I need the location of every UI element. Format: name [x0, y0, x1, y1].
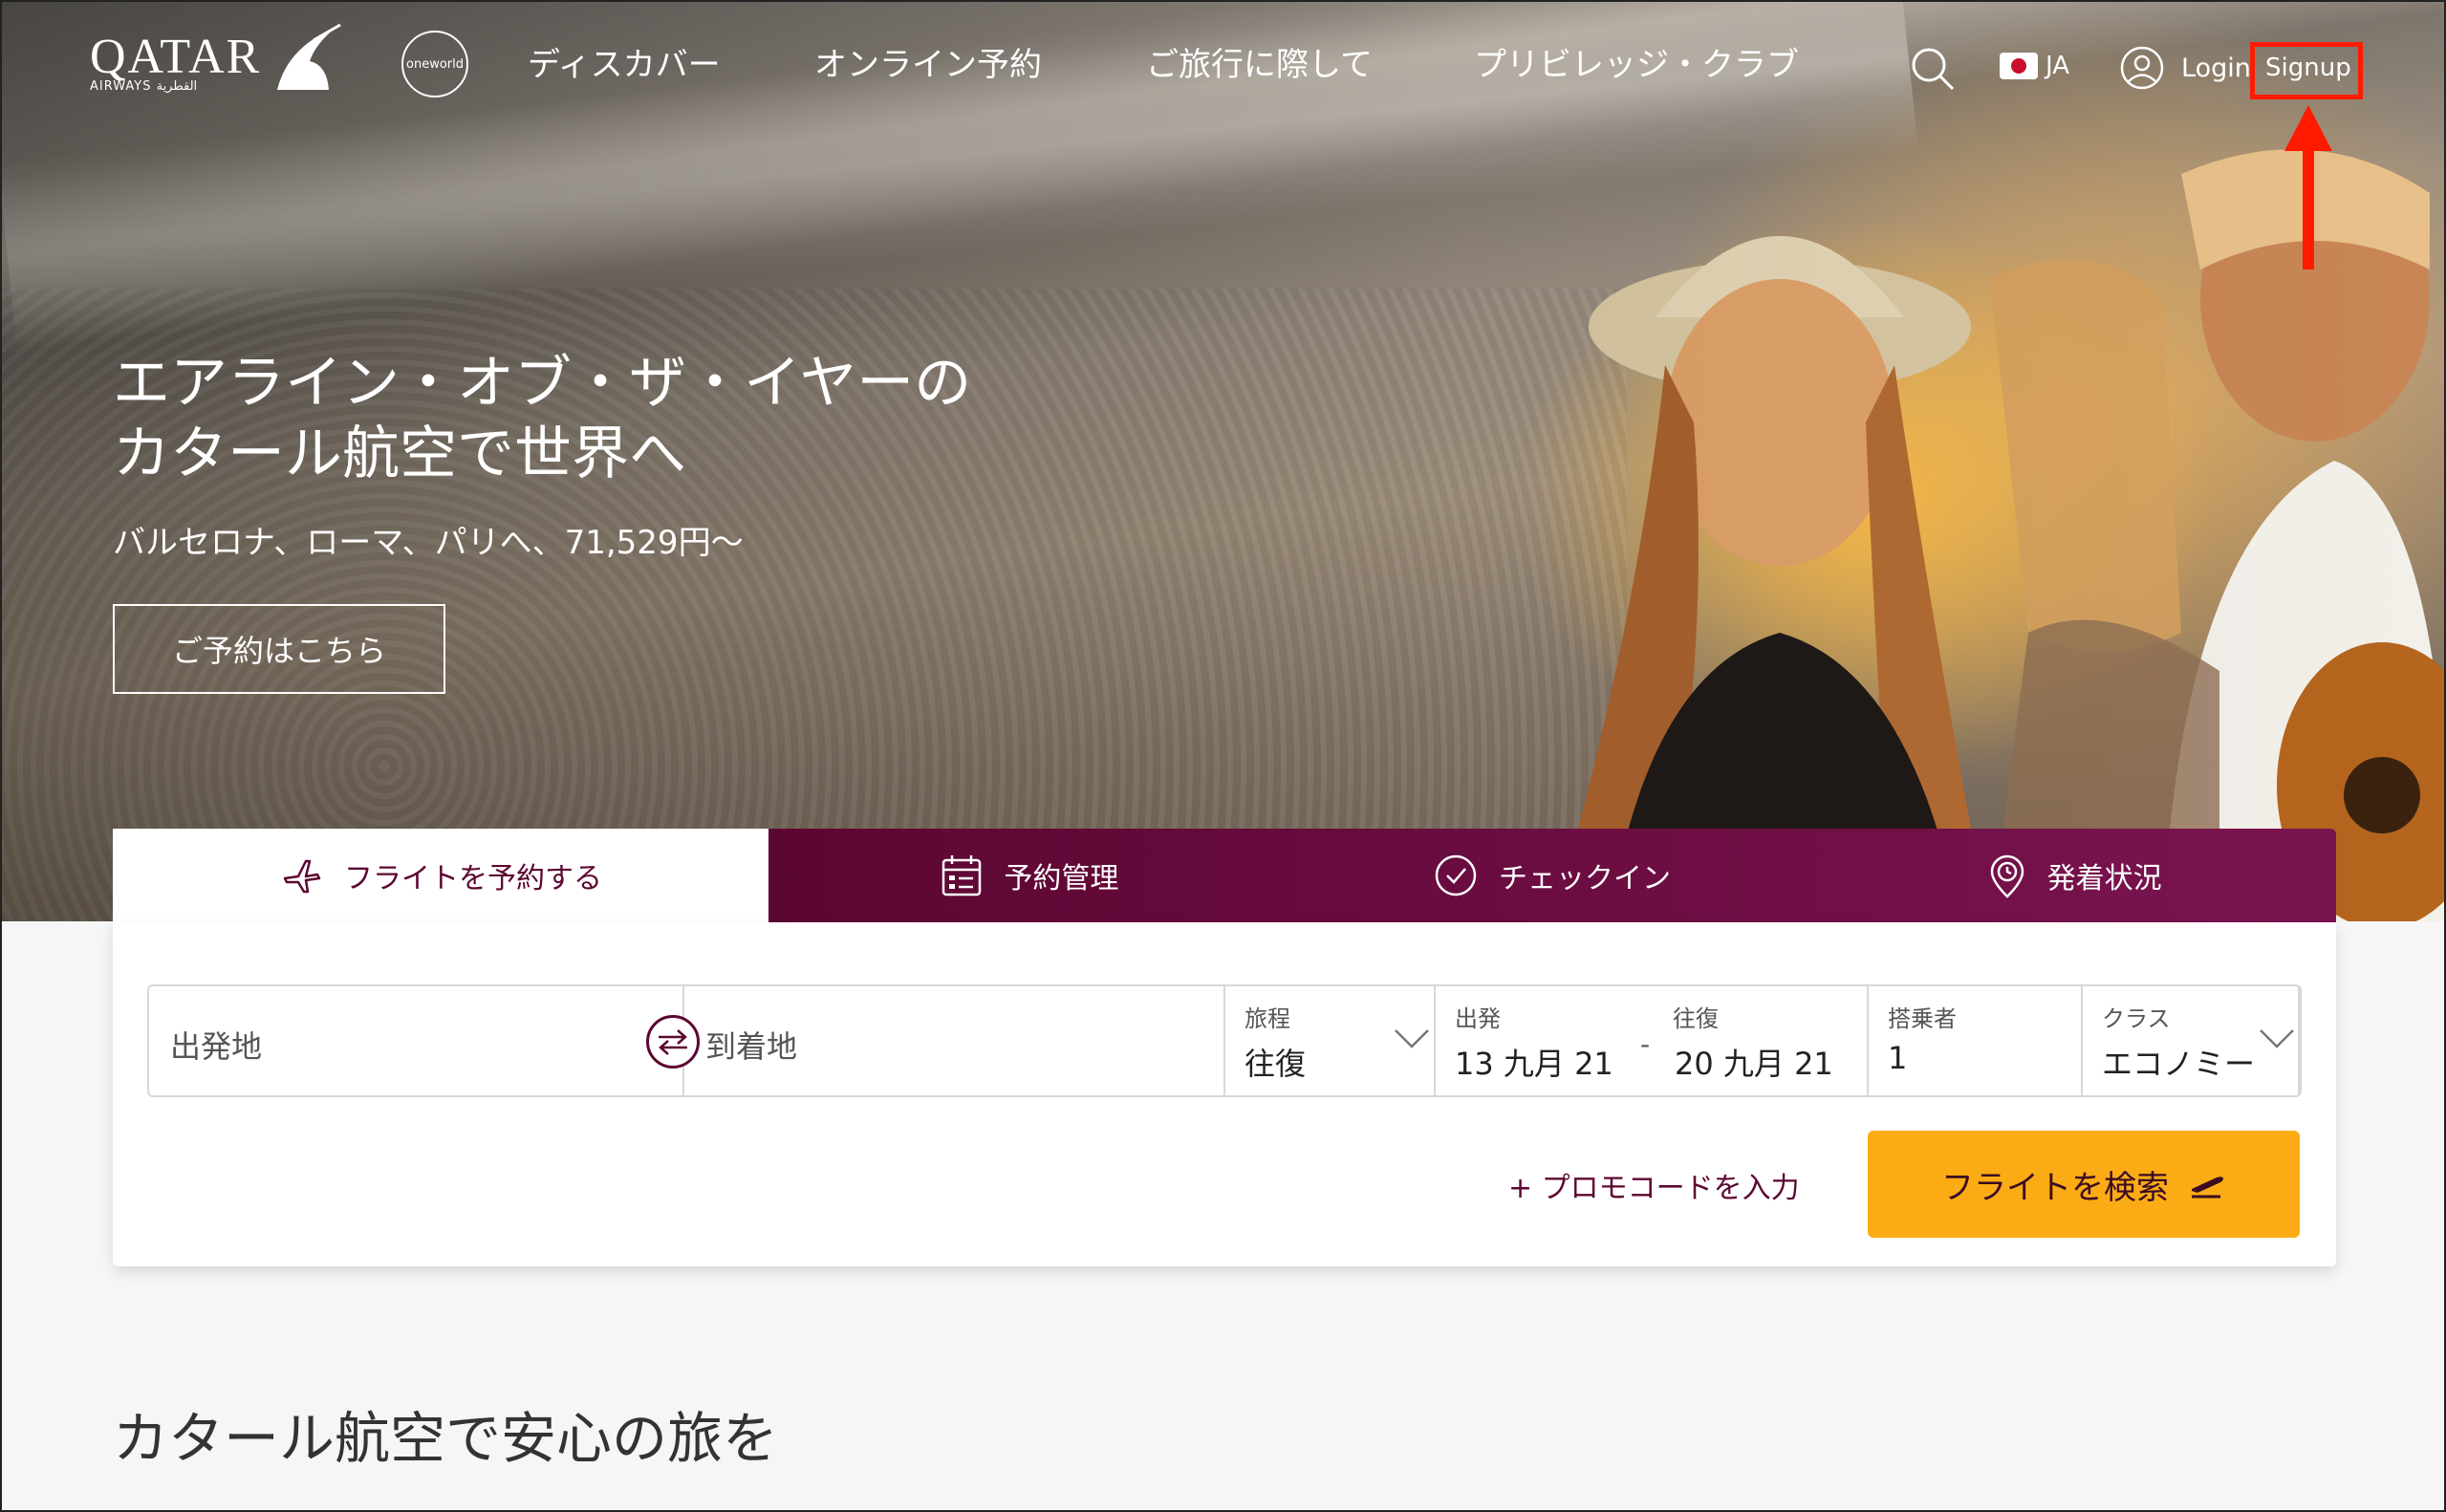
chevron-down-icon — [2260, 1029, 2294, 1048]
cabin-class-select[interactable]: クラス エコノミー — [2083, 986, 2300, 1095]
return-label: 往復 — [1673, 1005, 1719, 1032]
passengers-value: 1 — [1888, 1040, 1908, 1076]
tab-label: フライトを予約する — [344, 862, 602, 896]
tab-bar-secondary: 予約管理 チェックイン 発着状況 — [768, 829, 2336, 922]
date-separator: - — [1640, 1028, 1651, 1060]
qatar-airways-logo[interactable]: QATAR AIRWAYS القطرية — [90, 29, 261, 94]
depart-date[interactable]: 13 九月 21 — [1455, 1040, 1613, 1084]
takeoff-icon — [2192, 1177, 2223, 1199]
calendar-icon — [942, 855, 982, 896]
tab-book-flight[interactable]: フライトを予約する — [113, 829, 768, 922]
hero-headline: エアライン・オブ・ザ・イヤーの カタール航空で世界へ — [113, 348, 971, 489]
tab-flight-status[interactable]: 発着状況 — [1813, 829, 2336, 922]
cabin-class-value: エコノミー — [2102, 1046, 2256, 1082]
search-flights-label: フライトを検索 — [1941, 1168, 2169, 1207]
nav-item-discover[interactable]: ディスカバー — [528, 38, 721, 85]
book-now-button[interactable]: ご予約はこちら — [113, 604, 445, 694]
hero-headline-line1: エアライン・オブ・ザ・イヤーの — [113, 350, 972, 417]
language-selector[interactable]: JA — [2000, 52, 2069, 80]
trip-type-select[interactable]: 旅程 往復 — [1225, 986, 1436, 1095]
destination-field[interactable]: 到着地 — [684, 986, 1225, 1095]
tab-manage-booking[interactable]: 予約管理 — [768, 829, 1291, 922]
depart-label: 出発 — [1455, 1005, 1501, 1032]
tab-label: チェックイン — [1499, 862, 1671, 896]
hero-headline-line2: カタール航空で世界へ — [113, 421, 686, 487]
hero-subline: バルセロナ、ローマ、パリへ、71,529円〜 — [113, 524, 744, 562]
oryx-logo-icon — [277, 23, 341, 90]
check-circle-icon — [1435, 854, 1477, 896]
signup-link[interactable]: Signup — [2265, 54, 2351, 82]
trip-type-value: 往復 — [1245, 1046, 1307, 1082]
tab-label: 予約管理 — [1004, 862, 1119, 896]
trip-type-label: 旅程 — [1245, 1005, 1290, 1032]
oneworld-badge[interactable]: oneworld — [401, 31, 468, 97]
search-flights-button[interactable]: フライトを検索 — [1868, 1131, 2300, 1238]
plane-icon — [283, 859, 321, 894]
logo-wordmark: QATAR — [90, 30, 262, 84]
search-icon[interactable] — [1910, 46, 1956, 92]
destination-placeholder: 到着地 — [705, 1028, 798, 1065]
top-navigation: QATAR AIRWAYS القطرية oneworld ディスカバー オン… — [2, 2, 2444, 270]
search-fields: 出発地 到着地 旅程 往復 出発 13 九月 21 - 往復 20 九月 21 … — [147, 984, 2302, 1097]
language-code: JA — [2046, 52, 2069, 80]
passengers-label: 搭乗者 — [1888, 1005, 1957, 1032]
chevron-down-icon — [1395, 1029, 1429, 1048]
annotation-arrow-head — [2284, 105, 2332, 151]
tab-check-in[interactable]: チェックイン — [1291, 829, 1814, 922]
return-date[interactable]: 20 九月 21 — [1675, 1040, 1833, 1084]
swap-arrows-icon — [659, 1029, 687, 1055]
origin-field[interactable]: 出発地 — [149, 986, 684, 1095]
passengers-field[interactable]: 搭乗者 1 — [1869, 986, 2083, 1095]
swap-airports-button[interactable] — [646, 1015, 700, 1069]
booking-widget: フライトを予約する 予約管理 チェックイン 発着状況 出発地 到着地 旅程 往復… — [113, 829, 2336, 1266]
login-link[interactable]: Login — [2181, 54, 2251, 83]
promo-code-link[interactable]: + プロモコードを入力 — [1508, 1164, 1800, 1206]
nav-item-travel-info[interactable]: ご旅行に際して — [1146, 38, 1373, 85]
nav-item-online-booking[interactable]: オンライン予約 — [814, 38, 1042, 85]
user-icon[interactable] — [2120, 46, 2164, 90]
booking-panel: 出発地 到着地 旅程 往復 出発 13 九月 21 - 往復 20 九月 21 … — [113, 922, 2336, 1266]
japan-flag-icon — [2000, 53, 2038, 79]
section-title: カタール航空で安心の旅を — [113, 1406, 779, 1471]
origin-placeholder: 出発地 — [170, 1028, 263, 1065]
nav-item-privilege-club[interactable]: プリビレッジ・クラブ — [1474, 38, 1799, 85]
booking-tabs: フライトを予約する 予約管理 チェックイン 発着状況 — [113, 829, 2336, 922]
clock-pin-icon — [1990, 854, 2024, 898]
tab-label: 発着状況 — [2046, 862, 2162, 896]
annotation-arrow-shaft — [2303, 145, 2314, 270]
date-range-field[interactable]: 出発 13 九月 21 - 往復 20 九月 21 — [1436, 986, 1869, 1095]
cabin-class-label: クラス — [2102, 1005, 2171, 1032]
